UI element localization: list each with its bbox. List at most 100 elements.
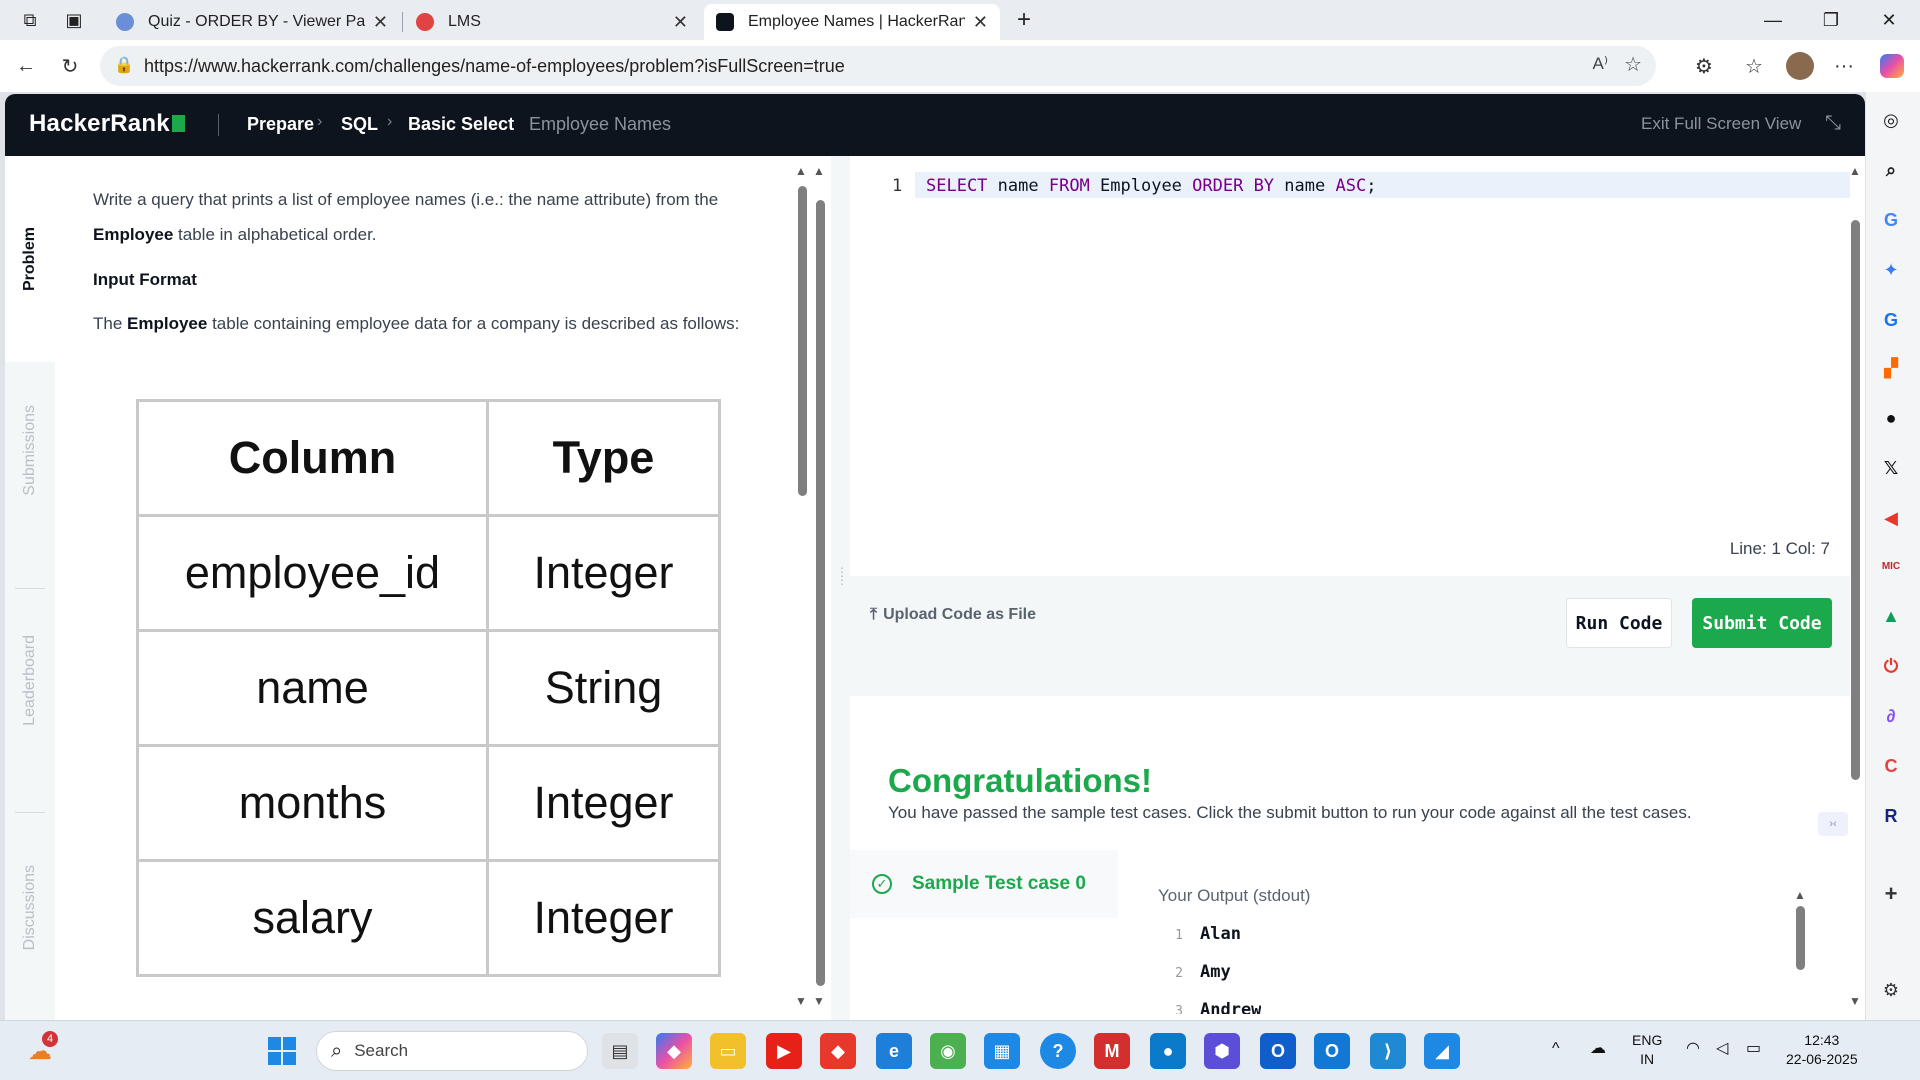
- breadcrumb-sql[interactable]: SQL: [341, 114, 378, 135]
- youtube-icon[interactable]: ▶: [766, 1033, 802, 1069]
- search-icon[interactable]: ⌕: [1877, 156, 1905, 184]
- congratulations-title: Congratulations!: [888, 762, 1152, 799]
- close-tab-icon[interactable]: ✕: [373, 12, 388, 33]
- url-field[interactable]: 🔒 https://www.hackerrank.com/challenges/…: [100, 46, 1656, 86]
- app-hex-icon[interactable]: ⬢: [1204, 1033, 1240, 1069]
- read-aloud-icon[interactable]: A⁾: [1592, 54, 1608, 74]
- chatgpt-icon[interactable]: ◎: [1877, 106, 1905, 134]
- profile-avatar[interactable]: [1784, 50, 1816, 82]
- add-sidebar-app-icon[interactable]: +: [1877, 880, 1905, 908]
- outlook-icon[interactable]: O: [1260, 1033, 1296, 1069]
- table-cell: Integer: [486, 859, 721, 977]
- vscode-icon[interactable]: ⟩: [1370, 1033, 1406, 1069]
- help-icon[interactable]: ?: [1040, 1033, 1076, 1069]
- breadcrumb-prepare[interactable]: Prepare: [247, 114, 314, 135]
- file-explorer-icon[interactable]: ▭: [710, 1033, 746, 1069]
- code-editor[interactable]: 1 SELECT name FROM Employee ORDER BY nam…: [850, 156, 1850, 576]
- scroll-up-arrow-icon[interactable]: ▲: [813, 164, 825, 178]
- wifi-icon[interactable]: ◠: [1686, 1039, 1700, 1058]
- maximize-icon[interactable]: ❐: [1802, 0, 1860, 40]
- scroll-up-arrow-icon[interactable]: ▲: [1849, 164, 1861, 178]
- output-scrollbar[interactable]: [1796, 906, 1805, 970]
- volume-icon[interactable]: ◁: [1716, 1039, 1728, 1058]
- hackerrank-logo[interactable]: HackerRank: [29, 110, 185, 138]
- outlook-new-icon[interactable]: O: [1314, 1033, 1350, 1069]
- collapse-panel-icon[interactable]: ›‹: [1818, 812, 1848, 836]
- submit-code-button[interactable]: Submit Code: [1692, 598, 1832, 648]
- page-scrollbar[interactable]: [816, 200, 825, 986]
- lock-icon[interactable]: 🔒: [114, 55, 134, 75]
- task-view-icon[interactable]: ▤: [602, 1033, 638, 1069]
- edge-sidebar: ◎ ⌕ G ✦ G ▞ ● 𝕏 ◀ MIC ▲ ⏻ ∂ C R + ⚙: [1866, 92, 1920, 1020]
- onedrive-icon[interactable]: ☁: [1590, 1039, 1606, 1058]
- editor-scrollbar[interactable]: [1851, 220, 1860, 780]
- scroll-up-arrow-icon[interactable]: ▲: [1794, 888, 1806, 902]
- refresh-icon[interactable]: ↻: [54, 50, 86, 82]
- scroll-up-arrow-icon[interactable]: ▲: [795, 164, 807, 178]
- table-row: months Integer: [136, 744, 721, 862]
- tab-employee-names[interactable]: Employee Names | HackerRank ✕: [704, 4, 1000, 40]
- copilot-taskbar-icon[interactable]: ◆: [656, 1033, 692, 1069]
- close-tab-icon[interactable]: ✕: [673, 12, 688, 33]
- scroll-down-arrow-icon[interactable]: ▼: [813, 994, 825, 1008]
- start-windows-icon[interactable]: [264, 1033, 300, 1069]
- extensions-icon[interactable]: ⚙: [1688, 50, 1720, 82]
- tab-lms[interactable]: LMS ✕: [404, 4, 700, 40]
- upload-code-link[interactable]: ⤒ Upload Code as File: [870, 606, 1036, 624]
- app-orange-icon[interactable]: ▞: [1877, 354, 1905, 382]
- grammarly-icon[interactable]: G: [1877, 306, 1905, 334]
- problem-scrollbar[interactable]: [798, 186, 807, 496]
- tab-quiz[interactable]: Quiz - ORDER BY - Viewer Page | ✕: [104, 4, 400, 40]
- results-panel: Congratulations! You have passed the sam…: [850, 676, 1850, 1020]
- clock[interactable]: 12:43 22-06-2025: [1786, 1031, 1858, 1069]
- close-window-icon[interactable]: ✕: [1860, 0, 1918, 40]
- mic-icon[interactable]: MIC: [1877, 552, 1905, 580]
- code-line[interactable]: SELECT name FROM Employee ORDER BY name …: [926, 176, 1376, 196]
- breadcrumb-basic-select[interactable]: Basic Select: [408, 114, 514, 135]
- more-menu-icon[interactable]: ···: [1828, 50, 1860, 82]
- map-pin-icon[interactable]: ●: [1150, 1033, 1186, 1069]
- chrome-icon[interactable]: ◉: [930, 1033, 966, 1069]
- tab-leaderboard[interactable]: Leaderboard: [5, 592, 55, 768]
- battery-icon[interactable]: ▭: [1746, 1039, 1761, 1058]
- sample-testcase-tab[interactable]: ✓ Sample Test case 0: [850, 850, 1118, 918]
- language-indicator[interactable]: ENG IN: [1632, 1031, 1662, 1069]
- tab-actions-icon[interactable]: ▣: [56, 2, 92, 38]
- collapse-icon[interactable]: ⤡: [1825, 112, 1841, 135]
- github-icon[interactable]: ●: [1877, 404, 1905, 432]
- r-app-icon[interactable]: R: [1877, 802, 1905, 830]
- app-red-diamond-icon[interactable]: ◆: [820, 1033, 856, 1069]
- new-tab-icon[interactable]: +: [1006, 2, 1042, 38]
- mcafee-icon[interactable]: M: [1094, 1033, 1130, 1069]
- edge-browser-icon[interactable]: e: [876, 1033, 912, 1069]
- tab-submissions[interactable]: Submissions: [5, 362, 55, 538]
- taskbar-search-box[interactable]: ⌕ Search: [316, 1031, 588, 1071]
- favorite-star-icon[interactable]: ☆: [1624, 52, 1642, 77]
- sidebar-settings-icon[interactable]: ⚙: [1877, 976, 1905, 1004]
- scroll-down-arrow-icon[interactable]: ▼: [795, 994, 807, 1008]
- photos-icon[interactable]: ◢: [1424, 1033, 1460, 1069]
- lms-app-icon[interactable]: C: [1877, 752, 1905, 780]
- app-red-icon[interactable]: ◀: [1877, 504, 1905, 532]
- tab-problem[interactable]: Problem: [5, 156, 55, 362]
- app-purple-icon[interactable]: ∂: [1877, 702, 1905, 730]
- x-icon[interactable]: 𝕏: [1877, 454, 1905, 482]
- google-icon[interactable]: G: [1877, 206, 1905, 234]
- show-hidden-icons-icon[interactable]: ^: [1552, 1039, 1560, 1058]
- scroll-down-arrow-icon[interactable]: ▼: [1849, 994, 1861, 1008]
- testcase-label: Sample Test case 0: [912, 873, 1086, 894]
- back-icon[interactable]: ←: [10, 50, 42, 82]
- workspaces-icon[interactable]: ⧉: [12, 2, 48, 38]
- minimize-icon[interactable]: —: [1744, 0, 1802, 40]
- copilot-icon[interactable]: [1876, 50, 1908, 82]
- tab-discussions[interactable]: Discussions: [5, 820, 55, 996]
- exit-fullscreen-link[interactable]: Exit Full Screen View: [1641, 114, 1801, 134]
- power-icon[interactable]: ⏻: [1877, 652, 1905, 680]
- run-code-button[interactable]: Run Code: [1566, 598, 1672, 648]
- favorites-icon[interactable]: ☆: [1738, 50, 1770, 82]
- panel-splitter[interactable]: ⋮ ⋮: [831, 156, 850, 1020]
- close-tab-icon[interactable]: ✕: [973, 12, 988, 33]
- gemini-icon[interactable]: ✦: [1877, 256, 1905, 284]
- drive-icon[interactable]: ▲: [1877, 602, 1905, 630]
- store-icon[interactable]: ▦: [984, 1033, 1020, 1069]
